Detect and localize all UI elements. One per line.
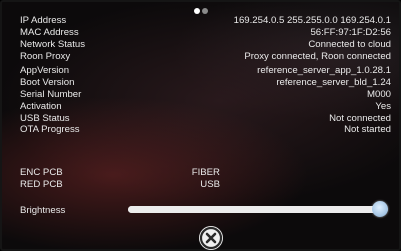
roon-proxy-label: Roon Proxy	[20, 50, 71, 62]
close-icon	[199, 226, 223, 250]
page-dot-1[interactable]	[193, 8, 200, 14]
roon-proxy-value: Proxy connected, Roon connected	[244, 50, 391, 62]
version-info-list: AppVersion reference_server_app_1.0.28.1…	[20, 65, 391, 136]
brightness-slider[interactable]	[128, 201, 389, 217]
activation-label: Activation	[20, 100, 62, 112]
usb-status-value: Not connected	[329, 112, 391, 124]
activation-value: Yes	[375, 100, 391, 112]
device-info-screen: IP Address 169.254.0.5 255.255.0.0 169.2…	[0, 0, 401, 251]
brightness-label: Brightness	[20, 205, 66, 216]
mac-address-label: MAC Address	[20, 26, 79, 38]
brightness-fill	[128, 206, 381, 213]
serial-number-value: M000	[367, 88, 391, 100]
info-row-boot-version: Boot Version reference_server_bld_1.24	[20, 77, 391, 89]
ip-address-value: 169.254.0.5 255.255.0.0 169.254.0.1	[233, 15, 391, 26]
info-row-activation: Activation Yes	[20, 101, 391, 113]
info-row-ota-progress: OTA Progress Not started	[20, 124, 391, 136]
info-row-enc-pcb: ENC PCB FIBER	[20, 167, 220, 179]
info-row-serial-number: Serial Number M000	[20, 89, 391, 101]
brightness-thumb[interactable]	[372, 201, 389, 217]
ota-progress-value: Not started	[344, 124, 391, 136]
ip-address-label: IP Address	[20, 15, 67, 26]
device-info-list: IP Address 169.254.0.5 255.255.0.0 169.2…	[20, 15, 391, 63]
network-status-value: Connected to cloud	[308, 38, 391, 50]
red-pcb-label: RED PCB	[20, 178, 63, 190]
close-button[interactable]	[199, 226, 223, 250]
page-indicator	[2, 8, 399, 14]
app-version-value: reference_server_app_1.0.28.1	[257, 65, 391, 76]
boot-version-label: Boot Version	[20, 76, 75, 88]
ota-progress-label: OTA Progress	[20, 124, 80, 136]
boot-version-value: reference_server_bld_1.24	[276, 76, 391, 88]
usb-status-label: USB Status	[20, 112, 70, 124]
red-pcb-value: USB	[200, 178, 220, 190]
serial-number-label: Serial Number	[20, 88, 82, 100]
enc-pcb-value: FIBER	[191, 167, 220, 178]
info-row-ip-address: IP Address 169.254.0.5 255.255.0.0 169.2…	[20, 15, 391, 27]
info-row-app-version: AppVersion reference_server_app_1.0.28.1	[20, 65, 391, 77]
info-row-usb-status: USB Status Not connected	[20, 113, 391, 125]
info-row-mac-address: MAC Address 56:FF:97:1F:D2:56	[20, 27, 391, 39]
network-status-label: Network Status	[20, 38, 86, 50]
pcb-info-list: ENC PCB FIBER RED PCB USB	[20, 167, 220, 191]
app-version-label: AppVersion	[20, 65, 70, 76]
mac-address-value: 56:FF:97:1F:D2:56	[310, 26, 391, 38]
info-row-red-pcb: RED PCB USB	[20, 179, 220, 191]
info-row-network-status: Network Status Connected to cloud	[20, 39, 391, 51]
page-dot-2[interactable]	[201, 8, 208, 14]
enc-pcb-label: ENC PCB	[20, 167, 63, 178]
info-row-roon-proxy: Roon Proxy Proxy connected, Roon connect…	[20, 51, 391, 63]
